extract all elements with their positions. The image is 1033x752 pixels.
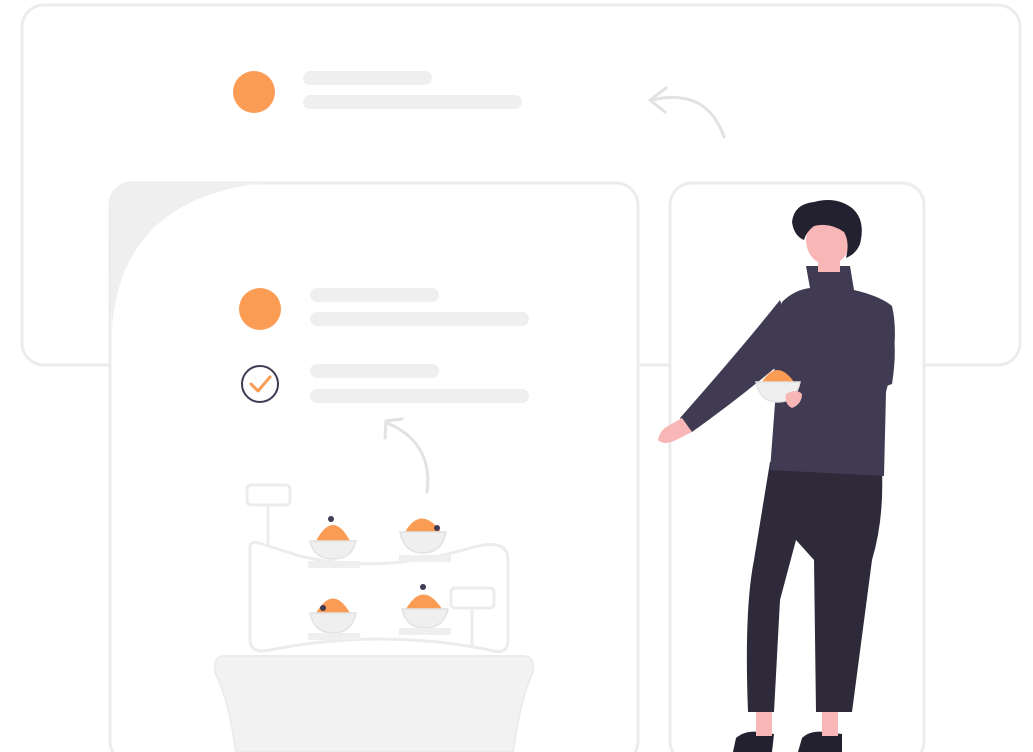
main-card-line-2-short <box>310 364 439 378</box>
buffet-counter <box>214 655 534 752</box>
main-card-avatar-dot <box>239 288 281 330</box>
top-card-line-long <box>303 95 522 109</box>
top-card-avatar-dot <box>233 71 275 113</box>
main-card-line-2-long <box>310 389 529 403</box>
main-card-line-1-long <box>310 312 529 326</box>
illustration-svg <box>20 3 1022 752</box>
top-card-line-short <box>303 71 432 85</box>
illustration-canvas <box>0 0 1033 752</box>
main-card-line-1-short <box>310 288 439 302</box>
checkmark-icon <box>241 365 279 403</box>
